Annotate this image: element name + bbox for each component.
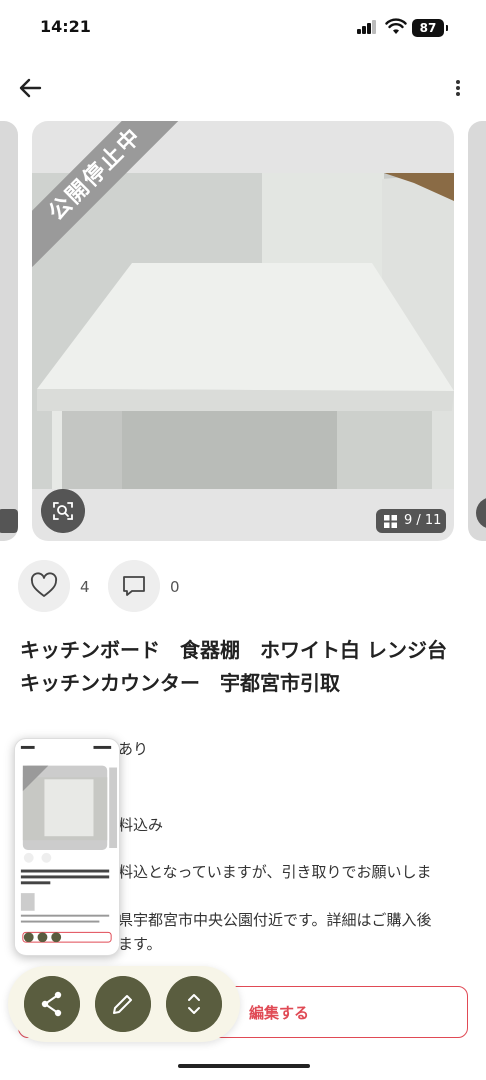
heart-icon[interactable] <box>18 560 70 612</box>
expand-icon[interactable] <box>166 976 222 1032</box>
screenshot-preview-thumbnail[interactable] <box>14 738 120 956</box>
previous-image-card[interactable] <box>0 121 18 541</box>
like-count: 4 <box>80 578 90 596</box>
image-counter-label: 9 / 11 <box>404 513 442 528</box>
next-image-card[interactable] <box>468 121 486 541</box>
listing-image-card[interactable]: 公開停止中 9 / 11 <box>32 121 454 541</box>
top-navigation <box>0 64 486 112</box>
description-line: 県宇都宮市中央公園付近です。詳細はご購入後 <box>118 911 432 929</box>
comment-count: 0 <box>170 578 180 596</box>
battery-indicator: 87 <box>412 19 448 37</box>
zoom-scan-icon[interactable] <box>41 489 85 533</box>
listing-title: キッチンボード 食器棚 ホワイト白 レンジ台 キッチンカウンター 宇都宮市引取 <box>20 638 447 695</box>
image-carousel[interactable]: 公開停止中 9 / 11 <box>0 121 486 543</box>
description-line: 料込となっていますが、引き取りでお願いしま <box>118 863 432 881</box>
grid-icon <box>384 515 397 528</box>
cellular-signal-icon <box>357 20 377 34</box>
floating-action-bar <box>8 966 240 1042</box>
shipping-value: 料込み <box>118 816 164 834</box>
more-vertical-icon[interactable] <box>444 72 472 104</box>
image-counter[interactable]: 9 / 11 <box>376 509 446 533</box>
home-indicator[interactable] <box>178 1064 310 1068</box>
arrow-left-icon[interactable] <box>12 72 48 104</box>
status-ribbon: 公開停止中 <box>32 121 182 267</box>
condition-value: あり <box>118 740 149 758</box>
description-line: ます。 <box>118 935 162 953</box>
comment-icon[interactable] <box>108 560 160 612</box>
wifi-icon <box>385 18 407 34</box>
pencil-icon[interactable] <box>95 976 151 1032</box>
status-time: 14:21 <box>40 17 91 36</box>
edit-button-label: 編集する <box>249 1004 310 1022</box>
share-icon[interactable] <box>24 976 80 1032</box>
status-bar: 14:21 87 <box>0 0 486 56</box>
